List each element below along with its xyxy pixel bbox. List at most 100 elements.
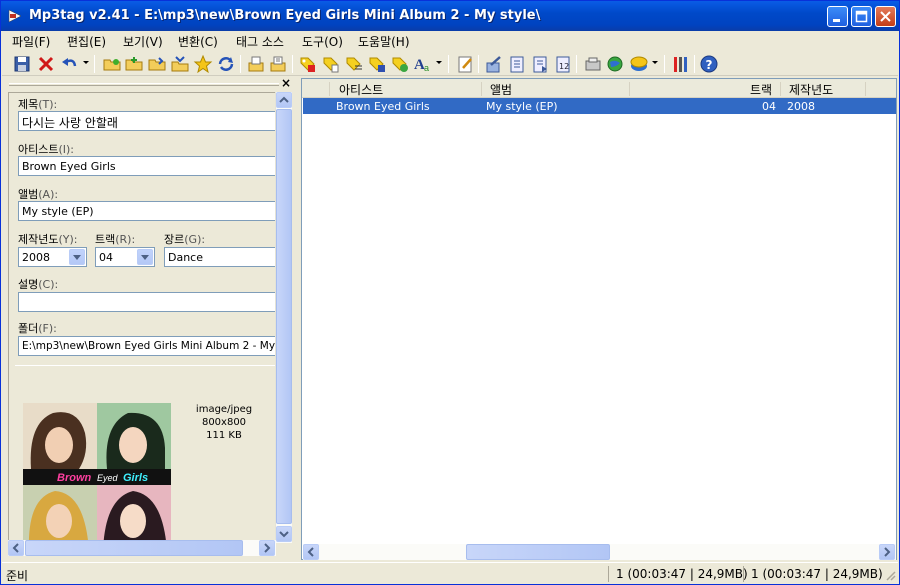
undo-icon[interactable] (60, 54, 80, 74)
cover-mime: image/jpeg (195, 404, 253, 415)
column-header-year[interactable]: 제작년도 (789, 81, 833, 98)
menu-view[interactable]: 보기(V) (123, 33, 163, 50)
close-icon (880, 11, 891, 22)
save-dir-icon[interactable] (170, 54, 190, 74)
case-conversion-icon[interactable] (390, 54, 410, 74)
tag-panel-vscrollbar[interactable] (275, 92, 292, 543)
toolbar-separator (292, 55, 293, 73)
chevron-right-icon (884, 547, 891, 557)
minimize-button[interactable] (827, 6, 848, 27)
cover-dimensions: 800x800 (201, 417, 247, 428)
scroll-thumb[interactable] (276, 109, 292, 524)
close-button[interactable] (875, 6, 896, 27)
toolbar-separator (576, 55, 577, 73)
column-divider[interactable] (780, 82, 781, 96)
freedb-icon[interactable] (583, 54, 603, 74)
artist-field[interactable]: Brown Eyed Girls (18, 156, 276, 176)
scroll-left-button[interactable] (8, 540, 24, 556)
save-icon[interactable] (12, 54, 32, 74)
change-dir-icon[interactable] (102, 54, 122, 74)
auto-number-icon[interactable] (507, 54, 527, 74)
column-header-album[interactable]: 앨범 (490, 81, 512, 98)
panel-grip[interactable] (9, 83, 279, 86)
edit-extended-icon[interactable] (455, 54, 475, 74)
maximize-button[interactable] (851, 6, 872, 27)
column-divider[interactable] (481, 82, 482, 96)
text-to-tag-icon[interactable] (344, 54, 364, 74)
minimize-icon (833, 19, 840, 22)
cover-art-image[interactable]: Brown Eyed Girls (23, 403, 171, 543)
panel-close-icon[interactable]: × (281, 76, 291, 90)
scroll-left-button[interactable] (303, 544, 319, 560)
tag-form: 제목(T): 다시는 사랑 안할래 아티스트(I): Brown Eyed Gi… (8, 92, 278, 543)
title-label: 제목(T): (18, 98, 58, 111)
refresh-icon[interactable] (216, 54, 236, 74)
column-divider[interactable] (629, 82, 630, 96)
resize-grip-icon[interactable] (884, 569, 896, 581)
action-icon[interactable]: Aa (413, 54, 433, 74)
cover-logo-word-2: Eyed (97, 473, 119, 483)
track-dropdown-icon[interactable] (137, 249, 153, 265)
file-list-hscrollbar[interactable] (303, 544, 896, 560)
toolbar-separator (694, 55, 695, 73)
tag-to-filename-icon[interactable] (298, 54, 318, 74)
numbering-icon[interactable]: 12 (553, 54, 573, 74)
scroll-down-button[interactable] (276, 526, 292, 542)
web-source-icon[interactable] (605, 54, 625, 74)
chevron-up-icon (279, 96, 289, 103)
toolbar-separator (94, 55, 95, 73)
menu-convert[interactable]: 변환(C) (178, 33, 218, 50)
filename-to-tag-icon[interactable] (321, 54, 341, 74)
menu-file[interactable]: 파일(F) (12, 33, 50, 50)
export-icon[interactable] (246, 54, 266, 74)
action-dropdown-icon[interactable] (436, 61, 442, 64)
options-icon[interactable] (670, 54, 690, 74)
toolbar: Aa 12 ? (2, 51, 898, 76)
playlist-icon[interactable] (268, 54, 288, 74)
scroll-right-button[interactable] (259, 540, 275, 556)
track-combo[interactable]: 04 (95, 247, 155, 267)
tag-to-tag-icon[interactable] (367, 54, 387, 74)
favorite-icon[interactable] (193, 54, 213, 74)
help-icon[interactable]: ? (699, 54, 719, 74)
album-field[interactable]: My style (EP) (18, 201, 276, 221)
column-header-artist[interactable]: 아티스트 (339, 81, 383, 98)
menu-help[interactable]: 도움말(H) (358, 33, 410, 50)
title-bar[interactable]: Mp3tag v2.41 - E:\mp3\new\Brown Eyed Gir… (1, 1, 899, 31)
title-field[interactable]: 다시는 사랑 안할래 (18, 111, 276, 131)
tag-source-icon[interactable] (484, 54, 504, 74)
menu-tag-sources[interactable]: 태그 소스 (236, 33, 284, 50)
auto-number-2-icon[interactable] (530, 54, 550, 74)
tag-panel-hscrollbar[interactable] (8, 540, 276, 556)
cell-year: 2008 (787, 100, 815, 113)
year-combo[interactable]: 2008 (18, 247, 87, 267)
cell-artist: Brown Eyed Girls (336, 100, 430, 113)
track-label: 트랙(R): (95, 233, 136, 246)
menu-edit[interactable]: 편집(E) (67, 33, 106, 50)
table-row[interactable]: Brown Eyed Girls My style (EP) 04 2008 (303, 98, 896, 114)
column-header-track[interactable]: 트랙 (750, 81, 772, 98)
scroll-up-button[interactable] (276, 92, 292, 108)
app-icon (8, 9, 22, 23)
cover-dropdown-icon[interactable] (652, 61, 658, 64)
menu-bar: 파일(F) 편집(E) 보기(V) 변환(C) 태그 소스 도구(O) 도움말(… (2, 31, 898, 51)
scroll-thumb[interactable] (25, 540, 243, 556)
column-divider[interactable] (865, 82, 866, 96)
menu-tools[interactable]: 도구(O) (302, 33, 343, 50)
main-window: Mp3tag v2.41 - E:\mp3\new\Brown Eyed Gir… (0, 0, 900, 585)
cover-icon[interactable] (629, 54, 649, 74)
file-list-header: 아티스트 앨범 트랙 제작년도 (302, 79, 896, 98)
toolbar-separator (448, 55, 449, 73)
add-dir-icon[interactable] (124, 54, 144, 74)
scroll-right-button[interactable] (879, 544, 895, 560)
undo-dropdown-icon[interactable] (83, 61, 89, 64)
svg-text:?: ? (706, 58, 713, 72)
column-divider[interactable] (329, 82, 330, 96)
folder-field[interactable]: E:\mp3\new\Brown Eyed Girls Mini Album 2… (18, 336, 276, 356)
genre-combo[interactable]: Dance (164, 247, 276, 267)
comment-field[interactable] (18, 292, 276, 312)
year-dropdown-icon[interactable] (69, 249, 85, 265)
open-dir-icon[interactable] (147, 54, 167, 74)
scroll-thumb[interactable] (466, 544, 610, 560)
remove-tag-icon[interactable] (36, 54, 56, 74)
